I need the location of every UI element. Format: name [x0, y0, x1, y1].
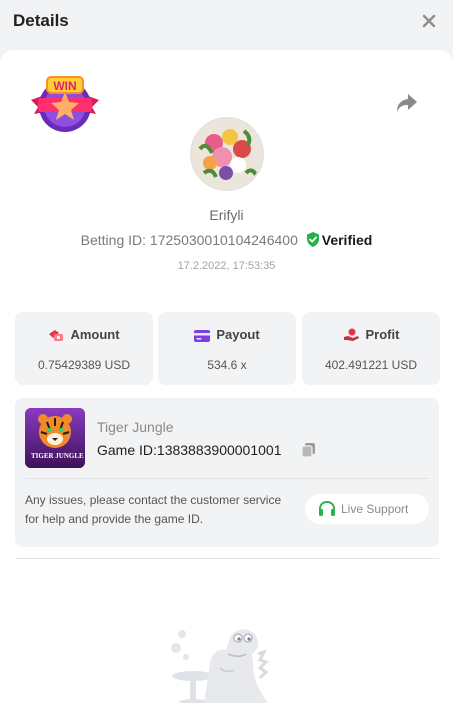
betting-id-row: Betting ID: 1725030010104246400 Verified	[0, 232, 453, 248]
win-badge-icon: WIN	[31, 76, 99, 132]
amount-label: Amount	[70, 327, 120, 342]
win-badge: WIN	[28, 74, 102, 134]
verified-shield-icon	[306, 232, 319, 247]
svg-text:TIGER JUNGLE: TIGER JUNGLE	[31, 452, 84, 460]
svg-text:WIN: WIN	[53, 79, 76, 93]
avatar	[190, 117, 264, 191]
page-title: Details	[13, 11, 69, 30]
copy-game-id-button[interactable]	[301, 442, 317, 458]
live-support-button[interactable]: Live Support	[305, 494, 429, 524]
dinosaur-mascot-illustration	[168, 624, 278, 703]
game-id-label: Game ID:	[97, 442, 157, 458]
share-button[interactable]	[395, 92, 419, 114]
amount-value: 0.75429389 USD	[37, 358, 131, 372]
game-id-value: 1383883900001001	[156, 442, 282, 458]
profit-card: Profit 402.491221 USD	[302, 312, 440, 385]
close-icon	[422, 14, 436, 28]
copy-icon	[301, 443, 315, 458]
amount-icon	[49, 330, 64, 341]
betting-id-label: Betting ID:	[80, 232, 147, 248]
game-id-row: Game ID:1383883900001001	[97, 442, 281, 458]
betting-id-value: 1725030010104246400	[149, 232, 298, 248]
divider	[25, 478, 429, 479]
amount-card: Amount 0.75429389 USD	[15, 312, 153, 385]
close-button[interactable]	[419, 11, 439, 31]
bet-datetime: 17.2.2022, 17:53:35	[177, 260, 276, 272]
profit-value: 402.491221 USD	[324, 358, 418, 372]
verified-label: Verified	[321, 232, 373, 248]
payout-label: Payout	[216, 327, 260, 342]
tiger-thumbnail-image: TIGER JUNGLE	[25, 408, 85, 468]
game-name: Tiger Jungle	[97, 419, 174, 435]
dinosaur-mascot-icon	[171, 629, 269, 703]
game-card: TIGER JUNGLE Tiger Jungle Game ID:138388…	[15, 398, 439, 547]
bottom-divider	[15, 558, 439, 559]
flower-bouquet-image	[192, 119, 262, 189]
live-support-label: Live Support	[341, 502, 409, 516]
profit-label: Profit	[365, 327, 400, 342]
profit-icon	[343, 328, 359, 341]
username: Erifyli	[209, 207, 244, 223]
details-panel: WIN Erifyli Betting ID: 1725030010104246…	[0, 50, 453, 703]
card-icon	[194, 330, 211, 342]
support-message: Any issues, please contact the customer …	[25, 493, 282, 526]
payout-value: 534.6 x	[207, 358, 247, 372]
payout-card: Payout 534.6 x	[158, 312, 296, 385]
headset-icon	[319, 501, 335, 516]
details-header: Details	[0, 0, 453, 50]
share-icon	[397, 94, 417, 112]
game-thumbnail[interactable]: TIGER JUNGLE	[25, 408, 85, 468]
